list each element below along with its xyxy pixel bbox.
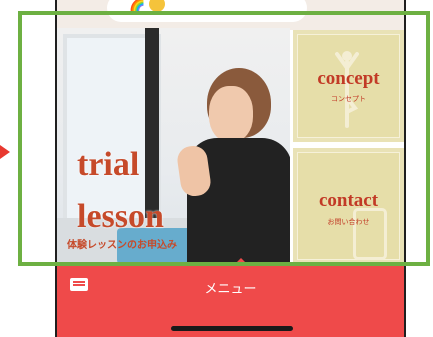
home-indicator[interactable]: [171, 326, 293, 331]
highlight-frame: [18, 11, 430, 266]
bottom-menu-bar[interactable]: メニュー: [57, 264, 404, 337]
arrow-right-icon: [0, 145, 10, 159]
menu-label[interactable]: メニュー: [57, 278, 404, 297]
